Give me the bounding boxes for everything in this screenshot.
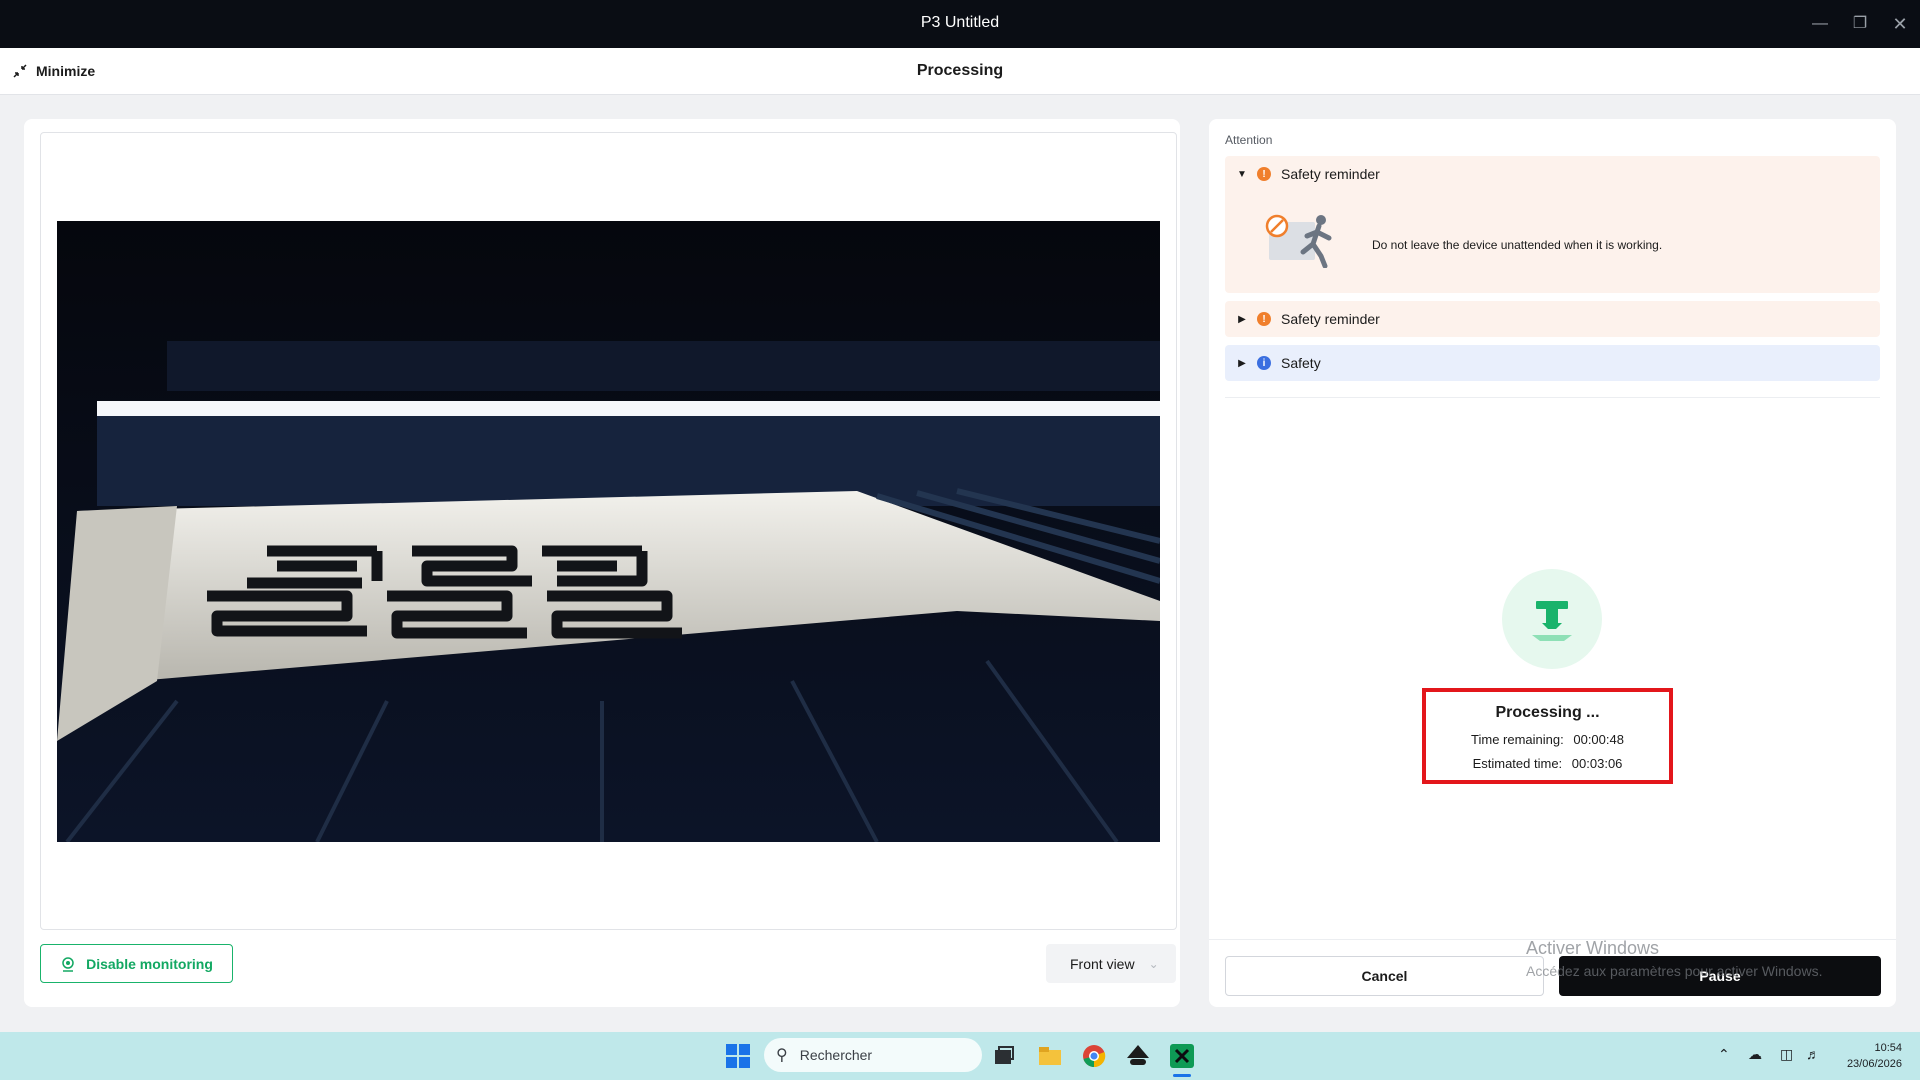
warning-icon: ! [1257, 167, 1271, 181]
safety-message: Do not leave the device unattended when … [1372, 238, 1663, 252]
taskbar-search[interactable]: ⚲ Rechercher [764, 1038, 982, 1072]
accordion-header-safety-reminder-1[interactable]: ▼ ! Safety reminder [1225, 156, 1880, 192]
status-panel: Attention ▼ ! Safety reminder Do not lea… [1209, 119, 1896, 1007]
estimated-time-value: 00:03:06 [1571, 756, 1623, 771]
divider [1209, 939, 1896, 940]
time-remaining-row: Time remaining: 00:00:48 [1426, 728, 1669, 752]
xtool-app-icon[interactable] [1168, 1042, 1196, 1070]
accordion-header-safety[interactable]: ▶ i Safety [1225, 345, 1880, 381]
estimated-time-row: Estimated time: 00:03:06 [1426, 752, 1669, 776]
clock-date: 23/06/2026 [1846, 1058, 1902, 1070]
time-remaining-value: 00:00:48 [1573, 732, 1624, 747]
accordion-body: Do not leave the device unattended when … [1225, 192, 1880, 293]
disable-monitoring-label: Disable monitoring [86, 955, 213, 972]
cloud-offline-icon[interactable]: ☁ [1748, 1046, 1762, 1063]
accordion-header-safety-reminder-2[interactable]: ▶ ! Safety reminder [1225, 301, 1880, 337]
inkscape-icon[interactable] [1124, 1042, 1152, 1070]
task-view-icon[interactable] [990, 1042, 1018, 1070]
divider [1225, 397, 1880, 398]
safety-reminder-expanded: ▼ ! Safety reminder Do not leave the dev… [1225, 156, 1880, 293]
camera-panel: Disable monitoring Front view ⌄ [24, 119, 1180, 1007]
chrome-icon[interactable] [1080, 1042, 1108, 1070]
minimize-window-icon[interactable]: — [1808, 12, 1832, 36]
estimated-time-label: Estimated time: [1472, 756, 1563, 771]
info-icon: i [1257, 356, 1271, 370]
active-app-indicator [1173, 1074, 1191, 1077]
attention-label: Attention [1225, 133, 1273, 147]
time-remaining-label: Time remaining: [1471, 732, 1564, 747]
camera-feed [57, 221, 1160, 842]
page-header: Minimize Processing [0, 48, 1920, 95]
monitor-icon[interactable]: ◫ [1780, 1046, 1793, 1063]
view-select[interactable]: Front view ⌄ [1046, 944, 1176, 983]
search-icon: ⚲ [776, 1047, 788, 1064]
cancel-button[interactable]: Cancel [1225, 956, 1544, 996]
safety-reminder-collapsed[interactable]: ▶ ! Safety reminder [1225, 301, 1880, 337]
search-placeholder: Rechercher [799, 1047, 873, 1063]
video-frame [40, 132, 1177, 930]
volume-icon[interactable]: ♬ [1806, 1046, 1820, 1062]
file-explorer-icon[interactable] [1036, 1042, 1064, 1070]
close-window-icon[interactable]: ✕ [1888, 12, 1912, 36]
safety-info-collapsed[interactable]: ▶ i Safety [1225, 345, 1880, 381]
caret-down-icon: ▼ [1237, 168, 1247, 180]
warning-icon: ! [1257, 312, 1271, 326]
processing-status: Processing ... Time remaining: 00:00:48 … [1422, 688, 1673, 784]
caret-right-icon: ▶ [1238, 357, 1246, 369]
title-bar: P3 Untitled — ❐ ✕ [0, 0, 1920, 48]
page-title: Processing [916, 62, 1004, 79]
pause-button[interactable]: Pause [1559, 956, 1881, 996]
window-title: P3 Untitled [920, 14, 1000, 31]
restore-window-icon[interactable]: ❐ [1848, 12, 1872, 36]
taskbar-clock[interactable]: 10:54 23/06/2026 [1830, 1040, 1902, 1072]
chevron-down-icon: ⌄ [1148, 956, 1159, 971]
accordion-title: Safety [1281, 355, 1321, 371]
camera-icon [62, 956, 74, 972]
disable-monitoring-button[interactable]: Disable monitoring [40, 944, 233, 983]
caret-right-icon: ▶ [1238, 313, 1246, 325]
accordion-title: Safety reminder [1281, 166, 1380, 182]
processing-laser-icon [1502, 569, 1602, 669]
clock-time: 10:54 [1874, 1042, 1902, 1054]
status-title: Processing ... [1495, 704, 1600, 721]
windows-start-icon[interactable] [726, 1044, 750, 1068]
view-select-value: Front view [1070, 955, 1135, 972]
unattended-warning-icon [1265, 214, 1332, 268]
taskbar: ⚲ Rechercher ⌃ ☁ ◫ ♬ 10:54 23/06/2026 [0, 1032, 1920, 1080]
chevron-up-icon[interactable]: ⌃ [1718, 1046, 1730, 1063]
accordion-title: Safety reminder [1281, 311, 1380, 327]
